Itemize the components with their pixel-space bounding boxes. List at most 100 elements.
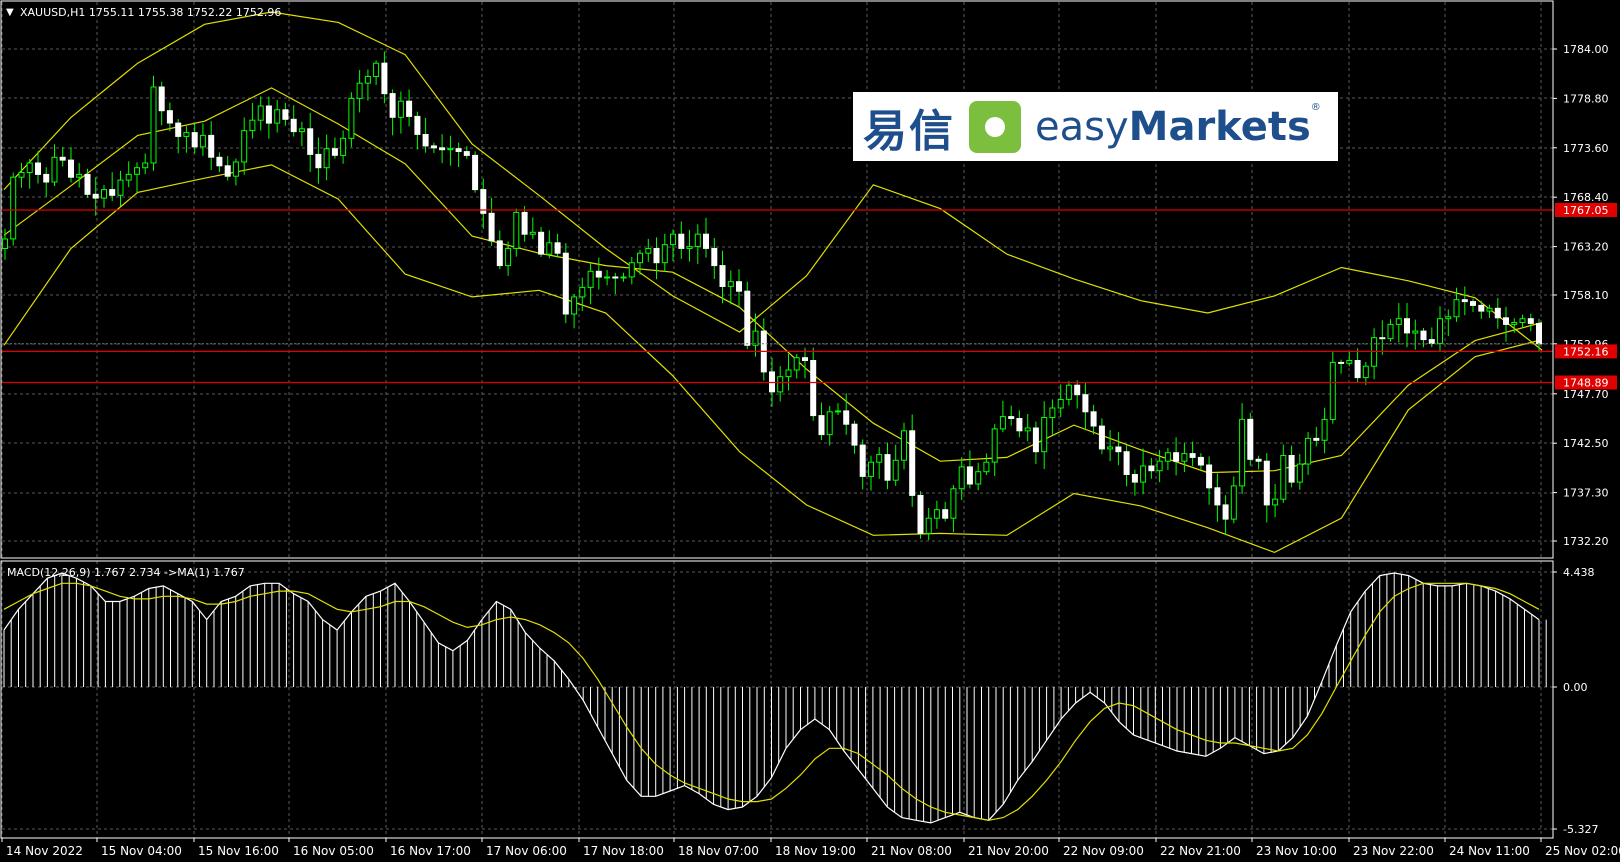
candle-body bbox=[1445, 316, 1452, 320]
time-tick-label: 21 Nov 08:00 bbox=[871, 844, 952, 858]
candle-body bbox=[298, 128, 305, 133]
candle-body bbox=[1395, 318, 1402, 325]
candle-body bbox=[414, 115, 421, 135]
time-tick-label: 24 Nov 11:00 bbox=[1449, 844, 1530, 858]
candle-body bbox=[604, 276, 611, 279]
candle-body bbox=[381, 62, 388, 95]
candle-body bbox=[1362, 365, 1369, 379]
candle-body bbox=[1503, 317, 1509, 325]
candle-body bbox=[18, 172, 25, 178]
candle-body bbox=[389, 93, 396, 118]
candle-body bbox=[257, 105, 264, 121]
candle-body bbox=[785, 369, 792, 378]
candle-body bbox=[76, 173, 83, 178]
broker-logo: 易信 easyMarkets ® bbox=[853, 92, 1338, 161]
candle-body bbox=[1239, 418, 1246, 487]
candle-body bbox=[1164, 452, 1171, 462]
candle-body bbox=[1321, 418, 1328, 441]
candle-body bbox=[859, 444, 866, 477]
candle-body bbox=[488, 212, 495, 242]
candle-body bbox=[1032, 427, 1039, 453]
candle-body bbox=[323, 148, 330, 169]
candle-body bbox=[373, 62, 380, 78]
candle-body bbox=[752, 330, 759, 346]
candle-body bbox=[1024, 427, 1031, 432]
time-tick-label: 18 Nov 19:00 bbox=[775, 844, 856, 858]
candle-body bbox=[472, 154, 479, 191]
candle-body bbox=[241, 130, 248, 163]
candle-body bbox=[983, 461, 990, 473]
macd-tick-label: 0.00 bbox=[1563, 681, 1588, 694]
candle-body bbox=[290, 118, 297, 133]
candle-body bbox=[35, 162, 41, 175]
candle-body bbox=[1428, 339, 1435, 344]
candle-body bbox=[999, 416, 1006, 430]
candle-body bbox=[933, 509, 940, 519]
candle-body bbox=[950, 488, 957, 519]
candle-body bbox=[183, 132, 190, 137]
candle-body bbox=[777, 376, 784, 393]
candle-body bbox=[175, 122, 182, 137]
candle-body bbox=[1156, 460, 1163, 472]
candle-body bbox=[134, 167, 140, 175]
candle-body bbox=[68, 159, 74, 178]
candle-body bbox=[868, 461, 874, 477]
candle-body bbox=[1437, 318, 1443, 344]
candle-body bbox=[653, 248, 660, 264]
candle-body bbox=[1379, 337, 1386, 340]
candle-body bbox=[1527, 318, 1534, 324]
logo-name-bold: Markets bbox=[1128, 103, 1311, 150]
candle-body bbox=[1008, 416, 1015, 420]
candle-body bbox=[826, 411, 833, 436]
candle-body bbox=[1420, 330, 1427, 341]
time-tick-label: 17 Nov 06:00 bbox=[486, 844, 567, 858]
candle-body bbox=[802, 357, 808, 362]
candle-body bbox=[793, 357, 800, 371]
candle-body bbox=[727, 281, 734, 287]
candle-body bbox=[1338, 361, 1345, 364]
candle-body bbox=[1387, 323, 1394, 340]
time-tick-label: 21 Nov 20:00 bbox=[968, 844, 1049, 858]
candle-body bbox=[406, 100, 413, 117]
candle-body bbox=[975, 471, 982, 485]
candle-body bbox=[1206, 464, 1213, 489]
candle-body bbox=[397, 100, 404, 118]
candle-body bbox=[59, 156, 66, 161]
candle-body bbox=[901, 430, 907, 461]
candle-body bbox=[232, 161, 239, 177]
candle-body bbox=[1082, 394, 1089, 413]
candle-body bbox=[447, 148, 454, 151]
candle-body bbox=[835, 410, 841, 413]
candle-body bbox=[909, 430, 916, 496]
candle-body bbox=[84, 173, 91, 195]
candle-body bbox=[356, 82, 363, 99]
candle-body bbox=[810, 360, 817, 417]
candle-body bbox=[1107, 446, 1114, 450]
candle-body bbox=[1214, 487, 1221, 506]
candle-body bbox=[455, 148, 462, 152]
candle-body bbox=[1478, 304, 1485, 312]
candle-body bbox=[711, 248, 718, 267]
candle-body bbox=[505, 248, 512, 267]
triangle-down-icon[interactable]: ▼ bbox=[6, 7, 14, 18]
candle-body bbox=[282, 109, 289, 120]
candle-body bbox=[884, 454, 891, 481]
candle-body bbox=[521, 211, 528, 235]
candle-body bbox=[92, 193, 99, 199]
price-tick-label: 1747.70 bbox=[1563, 388, 1609, 401]
candle-body bbox=[117, 179, 124, 196]
candle-body bbox=[571, 296, 578, 315]
time-tick-label: 25 Nov 02:00 bbox=[1545, 844, 1620, 858]
candle-body bbox=[1470, 301, 1476, 306]
time-tick-label: 17 Nov 18:00 bbox=[583, 844, 664, 858]
candle-body bbox=[719, 265, 726, 288]
candle-body bbox=[158, 86, 165, 112]
candle-body bbox=[1296, 463, 1303, 483]
time-tick-label: 15 Nov 04:00 bbox=[101, 844, 182, 858]
level-tag-label: 1752.16 bbox=[1563, 345, 1609, 358]
candle-body bbox=[925, 517, 932, 534]
candle-body bbox=[529, 231, 536, 235]
candle-body bbox=[315, 153, 322, 169]
candle-body bbox=[1049, 407, 1056, 418]
candle-body bbox=[892, 459, 899, 481]
